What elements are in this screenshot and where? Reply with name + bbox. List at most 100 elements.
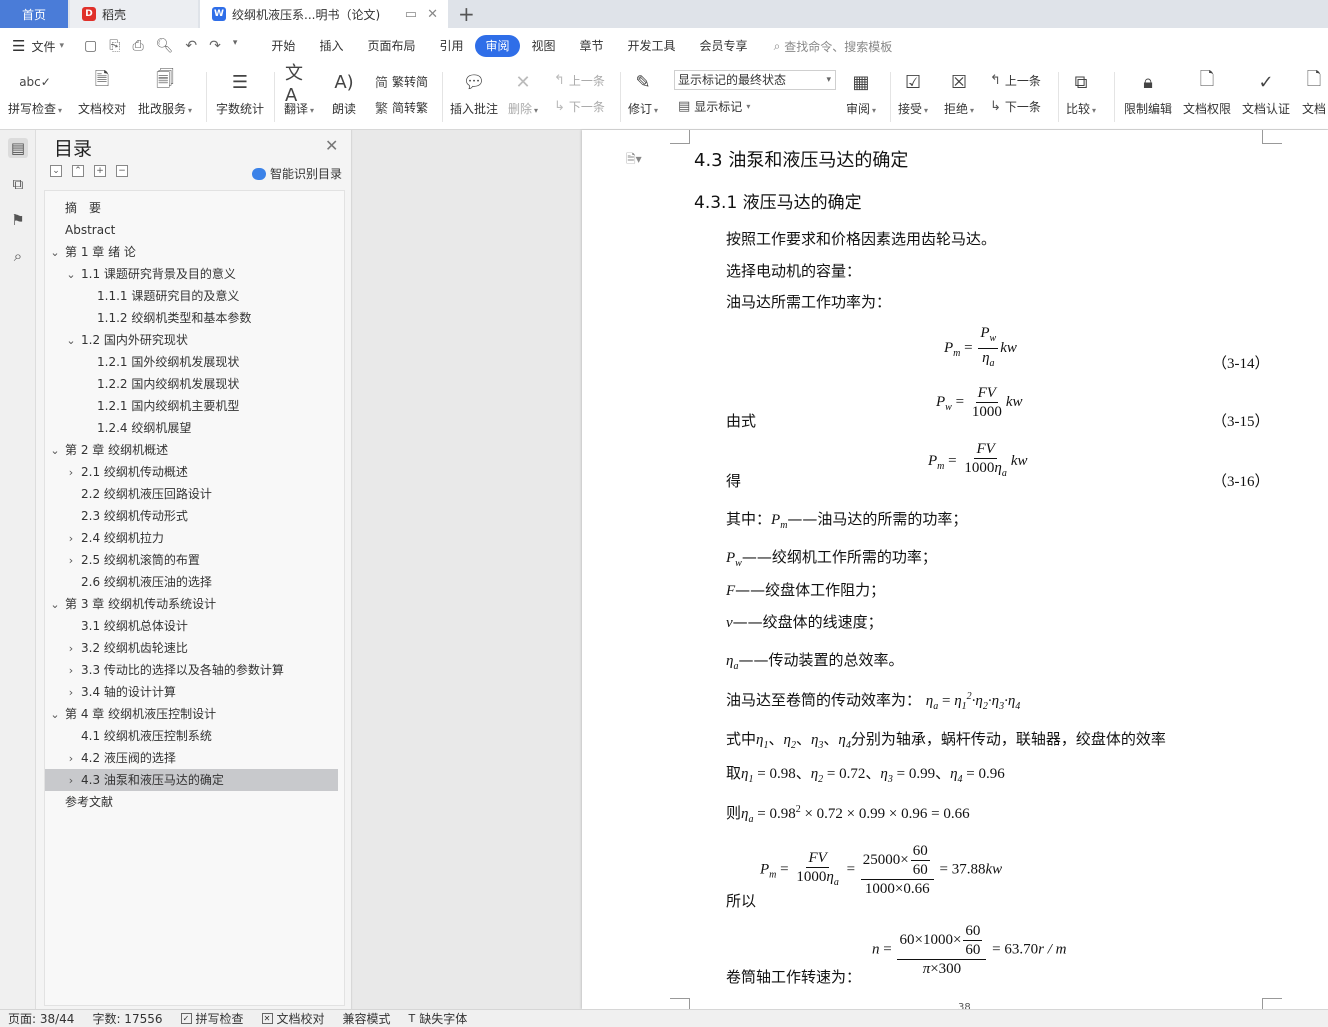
menu-start[interactable]: 开始 — [259, 35, 307, 57]
toc-item[interactable]: ⌄ 第 1 章 绪 论 — [45, 241, 338, 263]
tab-document[interactable]: W 绞纲机液压系...明书（论文) ▭ ✕ — [200, 0, 448, 28]
export-icon[interactable]: ⎘ — [109, 38, 120, 54]
menu-insert[interactable]: 插入 — [307, 35, 355, 57]
toc-item[interactable]: 1.1.2 绞纲机类型和基本参数 — [45, 307, 338, 329]
search-icon[interactable]: ⌕ — [8, 246, 28, 266]
toc-item[interactable]: 1.2.1 国内绞纲机主要机型 — [45, 395, 338, 417]
menu-review[interactable]: 审阅 — [475, 35, 520, 57]
toc-item[interactable]: 2.6 绞纲机液压油的选择 — [45, 571, 338, 593]
toc-item[interactable]: 2.3 绞纲机传动形式 — [45, 505, 338, 527]
command-search[interactable]: ⌕ 查找命令、搜索模板 — [774, 38, 893, 55]
display-mode-select[interactable]: 显示标记的最终状态 — [674, 70, 836, 90]
print-icon[interactable]: ⎙ — [132, 38, 143, 54]
new-tab-button[interactable]: + — [458, 2, 475, 26]
read-aloud-button[interactable]: A) 朗读 — [330, 68, 358, 117]
spell-check-button[interactable]: abc✓ 拼写检查 — [8, 68, 62, 117]
file-menu[interactable]: ☰ 文件 ▾ — [0, 37, 64, 55]
compare-button[interactable]: ⧉ 比较 — [1066, 68, 1096, 117]
toc-item[interactable]: › 2.5 绞纲机滚筒的布置 — [45, 549, 338, 571]
remove-item-icon[interactable]: − — [116, 165, 128, 177]
chevron-down-icon[interactable]: ⌄ — [65, 330, 77, 352]
toc-item[interactable]: 2.2 绞纲机液压回路设计 — [45, 483, 338, 505]
menu-member[interactable]: 会员专享 — [688, 35, 760, 57]
toc-item[interactable]: 1.2.2 国内绞纲机发展现状 — [45, 373, 338, 395]
toc-item[interactable]: › 3.4 轴的设计计算 — [45, 681, 338, 703]
spell-check-status[interactable]: ✓ 拼写检查 — [180, 1010, 244, 1027]
next-comment-button[interactable]: ↳ 下一条 — [554, 98, 605, 115]
toc-item[interactable]: ⌄ 1.1 课题研究背景及目的意义 — [45, 263, 338, 285]
chevron-down-icon[interactable]: ⌄ — [49, 704, 61, 726]
page-indicator[interactable]: 页面: 38/44 — [8, 1010, 74, 1027]
chevron-right-icon[interactable]: › — [65, 550, 77, 572]
chevron-right-icon[interactable]: › — [65, 462, 77, 484]
toc-item[interactable]: Abstract — [45, 219, 338, 241]
document-page[interactable]: 🗎▾ 4.3 油泵和液压马达的确定 4.3.1 液压马达的确定 按照工作要求和价… — [582, 130, 1328, 1009]
customize-icon[interactable]: ▾ — [233, 38, 238, 54]
menu-layout[interactable]: 页面布局 — [355, 35, 427, 57]
menu-reference[interactable]: 引用 — [427, 35, 475, 57]
redo-icon[interactable]: ↷ — [209, 38, 221, 54]
toc-item[interactable]: 摘 要 — [45, 197, 338, 219]
proof-status[interactable]: ✕ 文档校对 — [261, 1010, 325, 1027]
doc-more-button[interactable]: 🗋 文档 — [1300, 68, 1328, 117]
chevron-down-icon[interactable]: ⌄ — [49, 594, 61, 616]
word-count-button[interactable]: ☰ 字数统计 — [216, 68, 264, 117]
menu-chapter[interactable]: 章节 — [568, 35, 616, 57]
reject-button[interactable]: ☒ 拒绝 — [944, 68, 974, 117]
doc-certify-button[interactable]: ✓ 文档认证 — [1242, 68, 1290, 117]
show-marks-button[interactable]: ▤ 显示标记 ▾ — [678, 98, 750, 115]
insert-comment-button[interactable]: 💬︎ 插入批注 — [450, 68, 498, 117]
tab-home[interactable]: 首页 — [0, 0, 68, 28]
toc-item[interactable]: ⌄ 第 3 章 绞纲机传动系统设计 — [45, 593, 338, 615]
toc-item[interactable]: 1.2.1 国外绞纲机发展现状 — [45, 351, 338, 373]
collapse-all-icon[interactable]: ⌃ — [72, 165, 84, 177]
restrict-edit-button[interactable]: 🔒︎ 限制编辑 — [1124, 68, 1172, 117]
toc-item[interactable]: › 2.1 绞纲机传动概述 — [45, 461, 338, 483]
toc-item[interactable]: 1.1.1 课题研究目的及意义 — [45, 285, 338, 307]
toc-item[interactable]: › 3.3 传动比的选择以及各轴的参数计算 — [45, 659, 338, 681]
toc-item[interactable]: 1.2.4 绞纲机展望 — [45, 417, 338, 439]
doc-permission-button[interactable]: 🗋 文档权限 — [1183, 68, 1231, 117]
batch-service-button[interactable]: 🗐 批改服务 — [138, 68, 192, 117]
toc-item[interactable]: › 4.2 液压阀的选择 — [45, 747, 338, 769]
toc-item[interactable]: ⌄ 第 2 章 绞纲机概述 — [45, 439, 338, 461]
close-icon[interactable]: ✕ — [325, 136, 338, 155]
toc-item[interactable]: ⌄ 第 4 章 绞纲机液压控制设计 — [45, 703, 338, 725]
accept-button[interactable]: ☑ 接受 — [898, 68, 928, 117]
close-tab-icon[interactable]: ✕ — [427, 7, 438, 22]
next-change-button[interactable]: ↳ 下一条 — [990, 98, 1041, 115]
delete-comment-button[interactable]: ✕ 删除 — [508, 68, 538, 117]
chevron-right-icon[interactable]: › — [65, 770, 77, 792]
track-changes-button[interactable]: ✎ 修订 — [628, 68, 658, 117]
smart-toc-button[interactable]: 智能识别目录 — [252, 165, 342, 182]
prev-comment-button[interactable]: ↰ 上一条 — [554, 72, 605, 89]
toc-item[interactable]: 4.1 绞纲机液压控制系统 — [45, 725, 338, 747]
print-preview-icon[interactable]: 🔍︎ — [156, 38, 174, 54]
tab-pin-icon[interactable]: ▭ — [405, 7, 417, 22]
undo-icon[interactable]: ↶ — [185, 38, 197, 54]
doc-proof-button[interactable]: 🗎 文档校对 — [78, 68, 126, 117]
chapter-nav-icon[interactable]: ⧉ — [8, 174, 28, 194]
chevron-right-icon[interactable]: › — [65, 638, 77, 660]
chevron-right-icon[interactable]: › — [65, 682, 77, 704]
review-pane-button[interactable]: ▦ 审阅 — [846, 68, 876, 117]
chevron-right-icon[interactable]: › — [65, 660, 77, 682]
missing-font-status[interactable]: T 缺失字体 — [409, 1010, 468, 1027]
word-count-indicator[interactable]: 字数: 17556 — [92, 1010, 162, 1027]
chevron-right-icon[interactable]: › — [65, 748, 77, 770]
chevron-down-icon[interactable]: ⌄ — [49, 440, 61, 462]
tab-docer[interactable]: D 稻壳 — [70, 0, 198, 28]
trad-to-simp-button[interactable]: 简 繁转简 — [375, 72, 428, 91]
chevron-down-icon[interactable]: ⌄ — [65, 264, 77, 286]
toc-item[interactable]: › 3.2 绞纲机齿轮速比 — [45, 637, 338, 659]
simp-to-trad-button[interactable]: 繁 简转繁 — [375, 98, 428, 117]
toc-item[interactable]: 参考文献 — [45, 791, 338, 813]
menu-view[interactable]: 视图 — [520, 35, 568, 57]
paragraph-format-icon[interactable]: 🗎▾ — [626, 150, 642, 171]
add-item-icon[interactable]: + — [94, 165, 106, 177]
translate-button[interactable]: 文A 翻译 — [284, 63, 314, 117]
toc-item[interactable]: › 2.4 绞纲机拉力 — [45, 527, 338, 549]
toc-item[interactable]: › 4.3 油泵和液压马达的确定 — [45, 769, 338, 791]
bookmark-icon[interactable]: ⚑ — [8, 210, 28, 230]
toc-panel-icon[interactable]: ▤ — [8, 138, 28, 158]
